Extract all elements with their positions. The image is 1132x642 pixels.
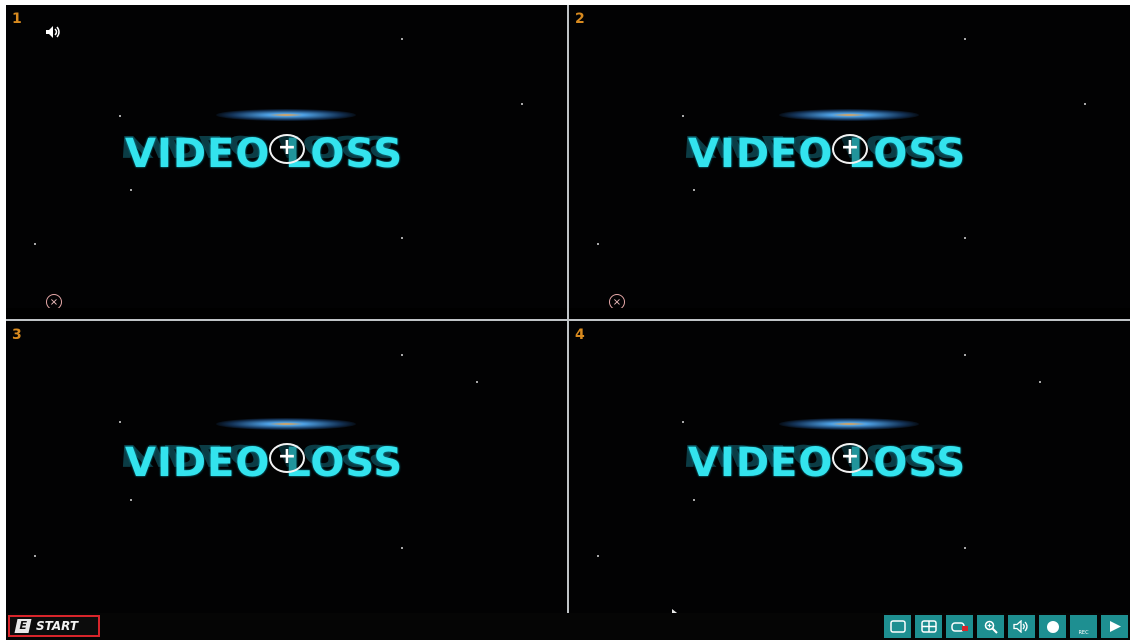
play-icon[interactable] <box>1101 615 1128 638</box>
camera-tile-4[interactable]: 4 VIDEO LOSS VIDEO LOSS + <box>569 321 1130 613</box>
close-icon[interactable]: × <box>609 294 625 308</box>
close-icon[interactable]: × <box>46 294 62 308</box>
taskbar: E START REC <box>6 613 1130 640</box>
taskbar-icons: REC <box>884 615 1128 638</box>
sequence-icon[interactable] <box>946 615 973 638</box>
add-camera-icon[interactable]: + <box>269 134 305 164</box>
single-view-icon[interactable] <box>884 615 911 638</box>
add-camera-icon[interactable]: + <box>832 443 868 473</box>
add-camera-icon[interactable]: + <box>832 134 868 164</box>
video-loss-horizon <box>216 418 356 430</box>
video-loss-horizon <box>779 418 919 430</box>
camera-grid: 1 VIDEO LOSS VIDEO LOSS + × 2 VIDEO LOSS… <box>6 5 1130 613</box>
grid-divider-horizontal <box>6 319 1130 321</box>
video-loss-horizon <box>779 109 919 121</box>
speaker-icon[interactable] <box>44 25 62 39</box>
camera-tile-1[interactable]: 1 VIDEO LOSS VIDEO LOSS + × <box>6 5 567 308</box>
start-label: START <box>36 619 79 633</box>
rec-icon[interactable]: REC <box>1070 615 1097 638</box>
channel-number: 3 <box>12 327 22 343</box>
channel-number: 2 <box>575 11 585 27</box>
channel-number: 1 <box>12 11 22 27</box>
add-camera-icon[interactable]: + <box>269 443 305 473</box>
start-button[interactable]: E START <box>8 615 100 637</box>
channel-number: 4 <box>575 327 585 343</box>
video-loss-horizon <box>216 109 356 121</box>
zoom-icon[interactable] <box>977 615 1004 638</box>
rec-label: REC <box>1078 630 1089 636</box>
dvr-screen: 1 VIDEO LOSS VIDEO LOSS + × 2 VIDEO LOSS… <box>6 5 1130 640</box>
camera-tile-2[interactable]: 2 VIDEO LOSS VIDEO LOSS + × <box>569 5 1130 308</box>
grid-divider-vertical <box>567 5 569 613</box>
camera-tile-3[interactable]: 3 VIDEO LOSS VIDEO LOSS + <box>6 321 567 613</box>
volume-icon[interactable] <box>1008 615 1035 638</box>
record-dot-icon[interactable] <box>1039 615 1066 638</box>
start-logo-icon: E <box>14 619 32 633</box>
quad-view-icon[interactable] <box>915 615 942 638</box>
